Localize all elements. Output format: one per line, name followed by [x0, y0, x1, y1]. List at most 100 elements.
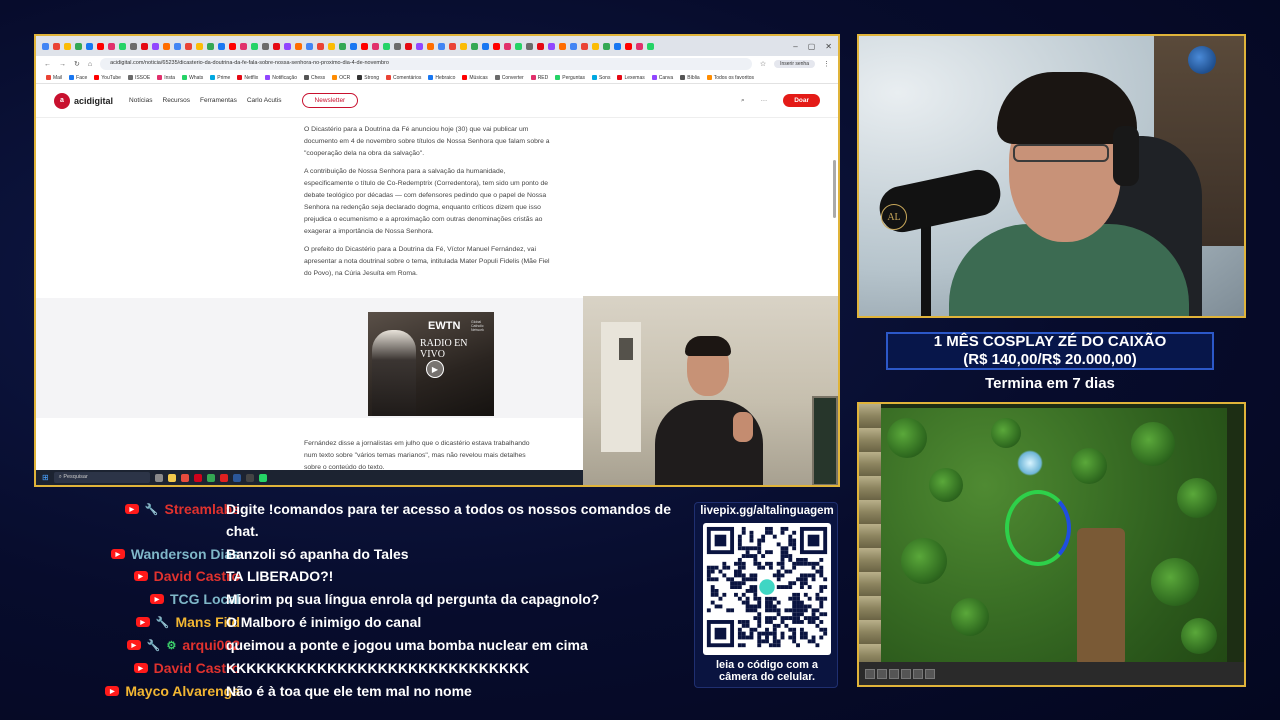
browser-tab-icon[interactable]	[284, 42, 291, 50]
explorer-icon[interactable]	[167, 473, 176, 482]
browser-tab-icon[interactable]	[438, 42, 445, 50]
browser-tab-icon[interactable]	[471, 42, 478, 50]
bookmark-item[interactable]: Chess	[303, 75, 325, 81]
browser-tab-icon[interactable]	[460, 42, 467, 50]
bookmark-item[interactable]: Netflix	[237, 75, 258, 81]
newsletter-button[interactable]: Newsletter	[301, 93, 359, 108]
windows-start-icon[interactable]: ⊞	[42, 473, 49, 482]
browser-tab-icon[interactable]	[493, 42, 500, 50]
nav-noticias[interactable]: Notícias	[129, 97, 152, 104]
word-icon[interactable]	[232, 473, 241, 482]
menu-icon[interactable]: ⋮	[823, 60, 830, 68]
browser-tab-icon[interactable]	[130, 42, 137, 50]
bookmark-item[interactable]: OCR	[332, 75, 350, 81]
forward-icon[interactable]: →	[59, 61, 66, 68]
bookmark-item[interactable]: Strong	[357, 75, 379, 81]
bookmark-item[interactable]: Músicas	[462, 75, 488, 81]
browser-tab-icon[interactable]	[262, 42, 269, 50]
browser-tab-icon[interactable]	[559, 42, 566, 50]
browser-tab-icon[interactable]	[449, 42, 456, 50]
chrome-icon[interactable]	[206, 473, 215, 482]
bookmark-item[interactable]: Mail	[46, 75, 62, 81]
obs-icon[interactable]	[245, 473, 254, 482]
browser-tab-icon[interactable]	[251, 42, 258, 50]
browser-tab-icon[interactable]	[581, 42, 588, 50]
browser-tab-icon[interactable]	[141, 42, 148, 50]
acrobat-icon[interactable]	[219, 473, 228, 482]
play-icon[interactable]: ▶	[426, 360, 444, 378]
browser-tab-icon[interactable]	[152, 42, 159, 50]
nav-carlo-acutis[interactable]: Carlo Acutis	[247, 97, 282, 104]
browser-tab-icon[interactable]	[119, 42, 126, 50]
browser-tab-icon[interactable]	[394, 42, 401, 50]
bookmark-item[interactable]: Insta	[157, 75, 175, 81]
browser-tab-icon[interactable]	[526, 42, 533, 50]
bookmark-item[interactable]: Lexemas	[617, 75, 645, 81]
browser-tab-icon[interactable]	[537, 42, 544, 50]
star-icon[interactable]: ☆	[760, 60, 766, 68]
browser-icon[interactable]	[180, 473, 189, 482]
browser-tab-icon[interactable]	[482, 42, 489, 50]
donate-button[interactable]: Doar	[783, 94, 820, 107]
bookmark-item[interactable]: Todos os favoritos	[706, 75, 754, 81]
browser-tab-icon[interactable]	[603, 42, 610, 50]
browser-tab-icon[interactable]	[196, 42, 203, 50]
browser-tab-icon[interactable]	[295, 42, 302, 50]
browser-tab-icon[interactable]	[636, 42, 643, 50]
bookmark-item[interactable]: Canva	[651, 75, 673, 81]
bookmark-item[interactable]: Bíblia	[680, 75, 700, 81]
browser-tab-icon[interactable]	[570, 42, 577, 50]
home-icon[interactable]: ⌂	[88, 61, 92, 68]
browser-tab-icon[interactable]	[405, 42, 412, 50]
browser-tab-icon[interactable]	[515, 42, 522, 50]
more-icon[interactable]: ···	[761, 97, 768, 104]
browser-tab-icon[interactable]	[64, 42, 71, 50]
nav-ferramentas[interactable]: Ferramentas	[200, 97, 237, 104]
bookmark-item[interactable]: Perguntas	[555, 75, 585, 81]
bookmark-item[interactable]: Face	[69, 75, 87, 81]
profile-button[interactable]: Inserir senha	[774, 60, 815, 68]
bookmark-item[interactable]: Notificação	[265, 75, 297, 81]
browser-tab-icon[interactable]	[185, 42, 192, 50]
browser-tab-icon[interactable]	[339, 42, 346, 50]
bookmark-item[interactable]: Comentários	[386, 75, 421, 81]
maximize-icon[interactable]: ▢	[808, 42, 816, 51]
browser-tab-icon[interactable]	[108, 42, 115, 50]
page-scrollbar[interactable]	[833, 160, 836, 218]
browser-tab-icon[interactable]	[416, 42, 423, 50]
browser-tab-icon[interactable]	[218, 42, 225, 50]
browser-tab-icon[interactable]	[273, 42, 280, 50]
site-logo[interactable]: a acidigital	[54, 92, 113, 109]
whatsapp-icon[interactable]	[258, 473, 267, 482]
search-icon[interactable]: ⌕	[741, 97, 745, 105]
bookmark-item[interactable]: YouTube	[94, 75, 121, 81]
bookmark-item[interactable]: ISSOE	[127, 75, 150, 81]
browser-tab-icon[interactable]	[361, 42, 368, 50]
browser-tab-icon[interactable]	[229, 42, 236, 50]
reload-icon[interactable]: ↻	[74, 60, 80, 68]
browser-tab-icon[interactable]	[163, 42, 170, 50]
browser-tab-icon[interactable]	[240, 42, 247, 50]
browser-tab-icon[interactable]	[317, 42, 324, 50]
taskbar-search[interactable]: ⌕ Pesquisar	[53, 472, 150, 483]
bookmark-item[interactable]: Converter	[494, 75, 524, 81]
browser-tab-icon[interactable]	[625, 42, 632, 50]
browser-tab-icon[interactable]	[592, 42, 599, 50]
back-icon[interactable]: ←	[44, 61, 51, 68]
bookmark-item[interactable]: Whats	[182, 75, 203, 81]
tab-strip[interactable]: – ▢ ✕	[36, 36, 838, 56]
address-bar[interactable]: acidigital.com/noticia/65235/dicasterio-…	[100, 58, 752, 70]
browser-tab-icon[interactable]	[174, 42, 181, 50]
browser-tab-icon[interactable]	[372, 42, 379, 50]
browser-tab-icon[interactable]	[75, 42, 82, 50]
browser-tab-icon[interactable]	[504, 42, 511, 50]
browser-tab-icon[interactable]	[306, 42, 313, 50]
bookmark-item[interactable]: Sons	[592, 75, 610, 81]
close-icon[interactable]: ✕	[825, 42, 832, 51]
minimize-icon[interactable]: –	[793, 42, 797, 51]
radio-ad[interactable]: EWTN Global Catholic Network RADIO EN VI…	[368, 312, 494, 416]
nav-recursos[interactable]: Recursos	[163, 97, 190, 104]
browser-tab-icon[interactable]	[350, 42, 357, 50]
browser-tab-icon[interactable]	[86, 42, 93, 50]
browser-tab-icon[interactable]	[328, 42, 335, 50]
